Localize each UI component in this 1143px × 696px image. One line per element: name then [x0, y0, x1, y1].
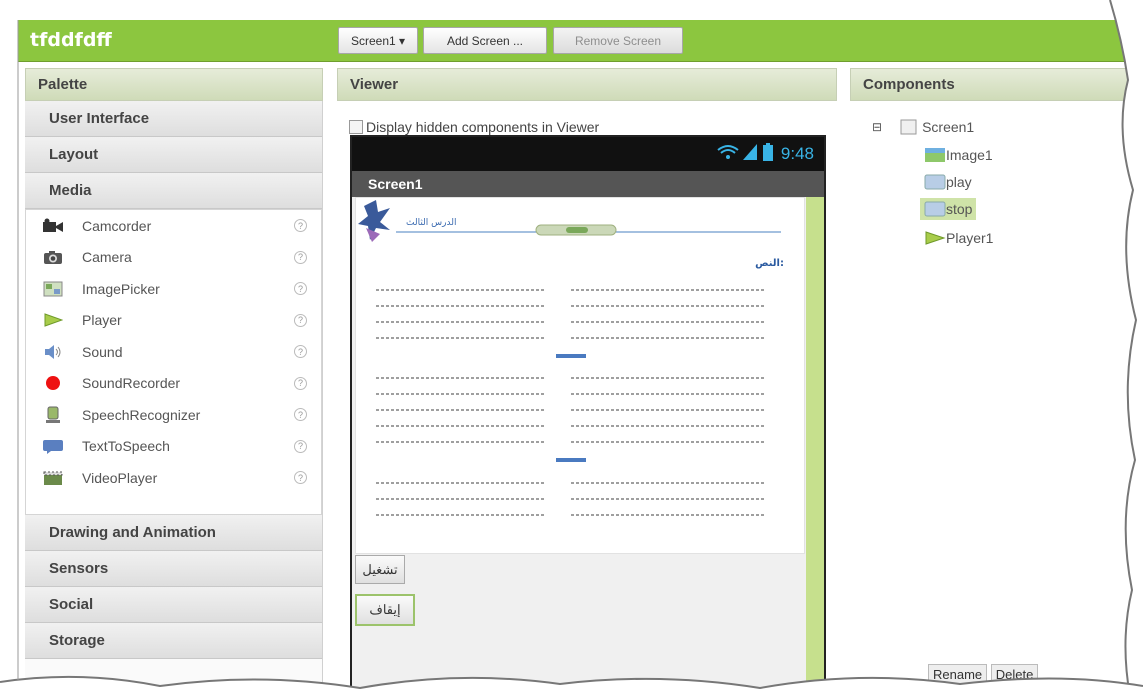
help-icon[interactable]: ? [294, 282, 307, 296]
help-icon[interactable]: ? [294, 313, 307, 327]
component-actions: Rename Delete [928, 664, 1039, 685]
palette-header: Palette [25, 68, 323, 101]
palette-item-speechrecognizer[interactable]: SpeechRecognizer ? [26, 399, 321, 431]
signal-icon [742, 143, 757, 165]
help-icon[interactable]: ? [294, 219, 307, 233]
wifi-icon [717, 144, 739, 165]
scroll-strip [806, 197, 824, 693]
button-icon [924, 201, 946, 217]
screen-title-bar: Screen1 [352, 171, 824, 197]
palette-item-texttospeech[interactable]: TextToSpeech ? [26, 431, 321, 463]
status-bar: 9:48 [352, 137, 824, 171]
category-user-interface[interactable]: User Interface [25, 101, 322, 137]
poem-lines [371, 280, 781, 545]
camera-icon [40, 247, 66, 267]
category-media[interactable]: Media [25, 173, 322, 209]
screen-icon [900, 119, 920, 135]
help-icon[interactable]: ? [294, 471, 307, 485]
help-icon[interactable]: ? [294, 345, 307, 359]
delete-button[interactable]: Delete [990, 664, 1039, 685]
image-icon [924, 147, 945, 163]
stop-button[interactable]: إيقاف [355, 594, 415, 626]
project-title: tfddfdff [30, 29, 112, 51]
image-picker-icon [40, 279, 66, 299]
palette-item-sound[interactable]: Sound ? [26, 336, 321, 368]
palette-item-videoplayer[interactable]: VideoPlayer ? [26, 462, 321, 494]
rename-button[interactable]: Rename [928, 664, 988, 685]
phone-preview: 9:48 Screen1 الدرس الثالث النص: تشغيل إي… [350, 135, 826, 693]
player-icon [40, 310, 66, 330]
lesson-heading: الدرس الثالث [406, 218, 457, 228]
tree-item-player1[interactable]: Player1 [924, 230, 993, 246]
palette-item-player[interactable]: Player ? [26, 305, 321, 337]
palette-panel: User Interface Layout Media Camcorder ? … [25, 101, 323, 691]
help-icon[interactable]: ? [294, 408, 307, 422]
top-bar: tfddfdff Screen1 ▾ Add Screen ... Remove… [18, 20, 1140, 62]
battery-icon [762, 142, 773, 166]
text-heading: النص: [755, 258, 784, 269]
display-hidden-checkbox[interactable]: Display hidden components in Viewer [349, 119, 599, 135]
category-social[interactable]: Social [25, 587, 322, 623]
palette-item-soundrecorder[interactable]: SoundRecorder ? [26, 368, 321, 400]
collapse-icon[interactable]: ⊟ [872, 120, 882, 134]
screen-select-button[interactable]: Screen1 ▾ [338, 27, 418, 54]
speech-recognizer-icon [40, 405, 66, 425]
checkbox-icon[interactable] [349, 120, 363, 134]
image1-preview[interactable]: الدرس الثالث النص: [355, 197, 805, 554]
play-button[interactable]: تشغيل [355, 555, 405, 584]
status-time: 9:48 [780, 144, 814, 163]
help-icon[interactable]: ? [294, 439, 307, 453]
sound-icon [40, 342, 66, 362]
video-player-icon [40, 468, 66, 488]
palette-item-camcorder[interactable]: Camcorder ? [26, 210, 321, 242]
components-panel: ⊟ Screen1 Image1 play stop Player1 [850, 101, 1140, 691]
tree-item-stop[interactable]: stop [920, 198, 977, 220]
display-hidden-label: Display hidden components in Viewer [366, 119, 600, 135]
palette-item-imagepicker[interactable]: ImagePicker ? [26, 273, 321, 305]
category-storage[interactable]: Storage [25, 623, 322, 659]
button-icon [924, 174, 946, 190]
category-drawing-and-animation[interactable]: Drawing and Animation [25, 515, 322, 551]
camcorder-icon [40, 216, 66, 236]
palette-item-camera[interactable]: Camera ? [26, 242, 321, 274]
components-header: Components [850, 68, 1140, 101]
tree-item-play[interactable]: play [924, 174, 972, 190]
player-icon [924, 230, 946, 246]
viewer-panel: Display hidden components in Viewer 9:48… [337, 101, 837, 693]
sound-recorder-icon [40, 373, 66, 393]
text-to-speech-icon [40, 436, 66, 456]
tree-item-screen1[interactable]: ⊟ Screen1 [872, 119, 974, 135]
media-list: Camcorder ? Camera ? ImagePicker ? Playe… [25, 209, 322, 515]
remove-screen-button[interactable]: Remove Screen [553, 27, 683, 54]
tree-item-image1[interactable]: Image1 [924, 147, 993, 163]
category-sensors[interactable]: Sensors [25, 551, 322, 587]
add-screen-button[interactable]: Add Screen ... [423, 27, 547, 54]
category-layout[interactable]: Layout [25, 137, 322, 173]
help-icon[interactable]: ? [294, 250, 307, 264]
help-icon[interactable]: ? [294, 376, 307, 390]
viewer-header: Viewer [337, 68, 837, 101]
